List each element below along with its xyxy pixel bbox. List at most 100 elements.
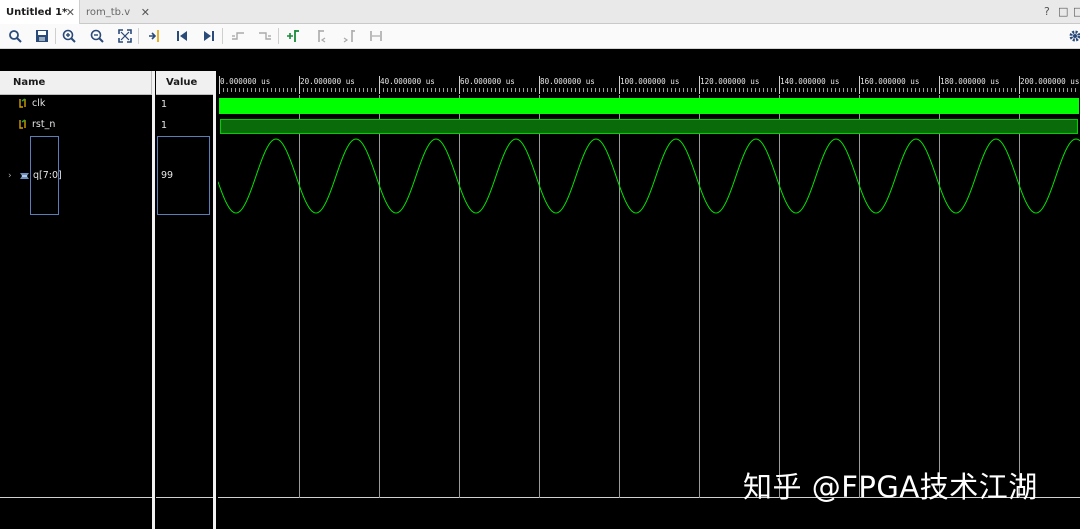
swap-cursors-icon[interactable] xyxy=(367,27,385,45)
selection-box-value xyxy=(157,136,210,215)
waveform-toolbar xyxy=(0,24,1080,49)
ruler-minor-tick xyxy=(547,88,548,92)
ruler-minor-tick xyxy=(627,88,628,92)
ruler-minor-tick xyxy=(1015,88,1016,92)
expand-chevron-icon[interactable]: › xyxy=(8,171,12,181)
previous-marker-icon[interactable] xyxy=(312,27,330,45)
ruler-minor-tick xyxy=(1047,88,1048,92)
value-pane-footer-line xyxy=(156,497,213,498)
ruler-minor-tick xyxy=(731,88,732,92)
name-value-splitter[interactable] xyxy=(152,71,155,529)
ruler-tick-label: 120.000000 us xyxy=(700,77,760,86)
ruler-minor-tick xyxy=(227,88,228,92)
go-to-start-icon[interactable] xyxy=(173,27,191,45)
ruler-minor-tick xyxy=(1075,88,1076,92)
ruler-minor-tick xyxy=(559,88,560,92)
tab-rom-tb[interactable]: rom_tb.v ✕ xyxy=(80,0,154,24)
ruler-minor-tick xyxy=(331,88,332,92)
zoom-in-icon[interactable] xyxy=(60,27,78,45)
q-analog-waveform[interactable] xyxy=(218,95,1080,225)
close-tab-icon[interactable]: ✕ xyxy=(141,6,150,19)
ruler-minor-tick xyxy=(319,88,320,92)
ruler-minor-tick xyxy=(443,88,444,92)
ruler-minor-tick xyxy=(723,88,724,92)
zoom-fit-icon[interactable] xyxy=(116,27,134,45)
ruler-minor-tick xyxy=(883,88,884,92)
name-column-header[interactable]: Name xyxy=(0,71,152,95)
ruler-minor-tick xyxy=(911,88,912,92)
ruler-minor-tick xyxy=(623,88,624,92)
ruler-minor-tick xyxy=(503,88,504,92)
ruler-minor-tick xyxy=(995,88,996,92)
ruler-minor-tick xyxy=(267,88,268,92)
ruler-minor-tick xyxy=(511,88,512,92)
ruler-minor-tick xyxy=(583,88,584,92)
ruler-minor-tick xyxy=(651,88,652,92)
ruler-minor-tick xyxy=(403,88,404,92)
ruler-minor-tick xyxy=(987,88,988,92)
ruler-minor-tick xyxy=(831,88,832,92)
ruler-minor-tick xyxy=(447,88,448,92)
time-ruler[interactable]: 0.000000 us 20.000000 us 40.000000 us 60.00… xyxy=(218,71,1080,95)
help-icon[interactable]: ? xyxy=(1044,5,1050,18)
ruler-minor-tick xyxy=(719,88,720,92)
ruler-minor-tick xyxy=(867,88,868,92)
ruler-minor-tick xyxy=(407,88,408,92)
signal-row-rst-n[interactable]: rst_n xyxy=(18,119,55,130)
signal-name: clk xyxy=(32,98,46,109)
restore-icon[interactable]: □ xyxy=(1058,5,1068,18)
ruler-minor-tick xyxy=(235,88,236,92)
ruler-minor-tick xyxy=(1027,88,1028,92)
ruler-minor-tick xyxy=(1059,88,1060,92)
ruler-minor-tick xyxy=(531,88,532,92)
ruler-minor-tick xyxy=(355,88,356,92)
value-column-header[interactable]: Value xyxy=(156,71,214,95)
bit-signal-icon xyxy=(19,98,26,108)
go-to-end-icon[interactable] xyxy=(200,27,218,45)
ruler-minor-tick xyxy=(263,88,264,92)
tab-label: Untitled 1* xyxy=(6,6,68,18)
ruler-minor-tick xyxy=(707,88,708,92)
ruler-minor-tick xyxy=(955,88,956,92)
name-pane-footer-line xyxy=(0,497,152,498)
ruler-minor-tick xyxy=(479,88,480,92)
close-window-icon[interactable]: □ xyxy=(1073,5,1080,18)
toolbar-spacer xyxy=(0,49,1080,71)
ruler-minor-tick xyxy=(947,88,948,92)
signal-row-clk[interactable]: clk xyxy=(18,98,45,109)
zoom-out-icon[interactable] xyxy=(88,27,106,45)
ruler-tick-label: 20.000000 us xyxy=(300,77,355,86)
ruler-minor-tick xyxy=(963,88,964,92)
ruler-minor-tick xyxy=(1067,88,1068,92)
ruler-minor-tick xyxy=(903,88,904,92)
add-marker-icon[interactable] xyxy=(284,27,302,45)
previous-transition-icon[interactable] xyxy=(229,27,247,45)
ruler-minor-tick xyxy=(419,88,420,92)
ruler-minor-tick xyxy=(683,88,684,92)
ruler-minor-tick xyxy=(591,88,592,92)
ruler-minor-tick xyxy=(663,88,664,92)
ruler-tick-label: 160.000000 us xyxy=(860,77,920,86)
save-icon[interactable] xyxy=(33,27,51,45)
ruler-minor-tick xyxy=(571,88,572,92)
ruler-minor-tick xyxy=(1071,88,1072,92)
ruler-minor-tick xyxy=(979,88,980,92)
ruler-minor-tick xyxy=(895,88,896,92)
ruler-minor-tick xyxy=(423,88,424,92)
ruler-minor-tick xyxy=(991,88,992,92)
value-wave-splitter[interactable] xyxy=(213,71,216,529)
close-tab-icon[interactable]: ✕ xyxy=(66,6,75,19)
ruler-minor-tick xyxy=(891,88,892,92)
ruler-minor-tick xyxy=(667,88,668,92)
ruler-minor-tick xyxy=(483,88,484,92)
ruler-minor-tick xyxy=(487,88,488,92)
ruler-minor-tick xyxy=(787,88,788,92)
ruler-tick-label: 60.000000 us xyxy=(460,77,515,86)
search-icon[interactable] xyxy=(6,27,24,45)
ruler-minor-tick xyxy=(415,88,416,92)
next-marker-icon[interactable] xyxy=(340,27,358,45)
tab-untitled-1[interactable]: Untitled 1* ✕ xyxy=(0,0,80,24)
go-to-cursor-icon[interactable] xyxy=(145,27,163,45)
next-transition-icon[interactable] xyxy=(256,27,274,45)
settings-gear-icon[interactable] xyxy=(1066,27,1080,45)
